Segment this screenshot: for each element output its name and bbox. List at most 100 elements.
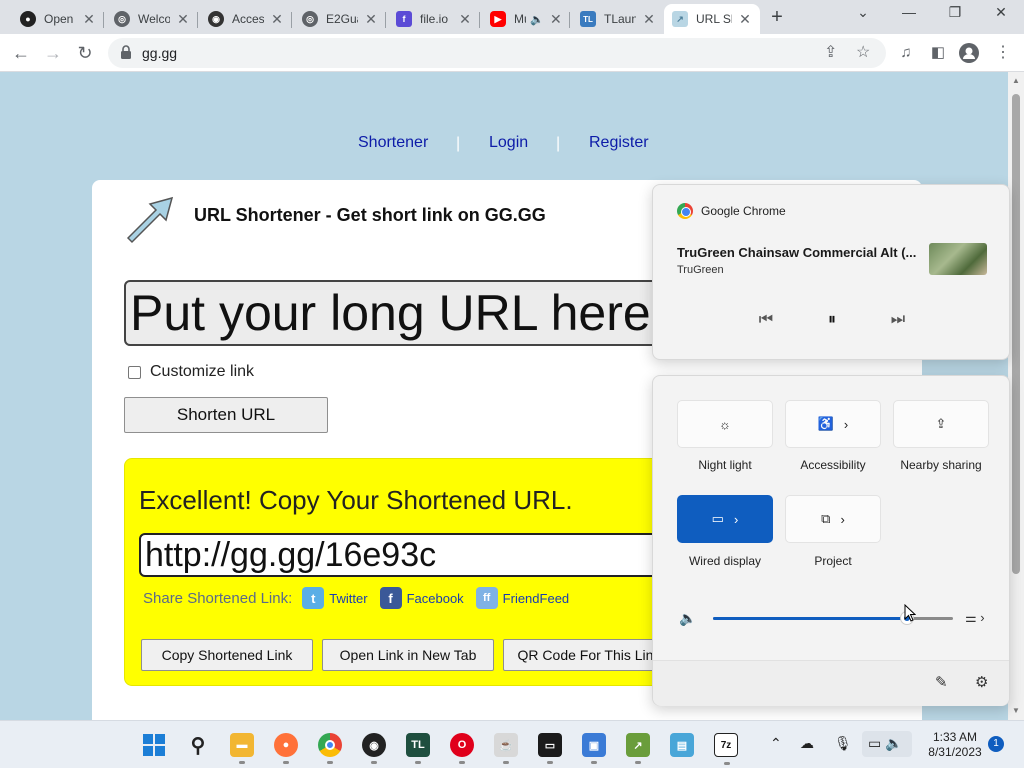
firefox-icon[interactable]: ● xyxy=(274,733,298,764)
clock[interactable]: 1:33 AM 8/31/2023 xyxy=(918,730,992,760)
media-artist: TruGreen xyxy=(677,264,724,276)
close-icon[interactable]: ✕ xyxy=(364,11,378,28)
address-bar[interactable]: gg.gg ⇪ ☆ xyxy=(108,38,886,68)
night-light-tile[interactable]: ☼ xyxy=(677,400,773,448)
tab-open[interactable]: ● Open ✕ xyxy=(12,4,104,34)
mouse-cursor-icon xyxy=(904,604,916,622)
address-url[interactable]: gg.gg xyxy=(142,45,177,61)
lock-icon xyxy=(121,45,131,59)
wired-display-tile[interactable]: ▭ › xyxy=(677,495,773,543)
settings-gear-icon[interactable]: ⚙ xyxy=(975,673,988,691)
previous-track-icon[interactable]: ⏮ xyxy=(754,311,778,329)
tlauncher-taskbar-icon[interactable]: TL xyxy=(406,733,430,764)
scroll-up-icon[interactable]: ▲ xyxy=(1012,76,1020,85)
close-icon[interactable]: ✕ xyxy=(458,11,472,28)
forward-icon[interactable]: → xyxy=(40,40,66,66)
copy-link-button[interactable]: Copy Shortened Link xyxy=(141,639,313,671)
share-twitter-link[interactable]: t Twitter xyxy=(302,587,368,609)
volume-slider[interactable] xyxy=(713,611,953,625)
obs-taskbar-icon[interactable]: ◉ xyxy=(362,733,386,764)
close-icon[interactable]: ✕ xyxy=(642,11,656,28)
chevron-right-icon[interactable]: › xyxy=(734,512,738,527)
close-icon[interactable]: ✕ xyxy=(176,11,190,28)
audio-output-icon[interactable]: ⚌ › xyxy=(965,610,985,626)
tab-url-shortener[interactable]: ↗ URL Shortener ✕ xyxy=(664,4,760,34)
long-url-input[interactable]: Put your long URL here xyxy=(124,280,744,346)
microphone-icon[interactable]: 🎙 xyxy=(834,735,852,752)
7zip-icon[interactable]: 7z xyxy=(714,733,738,765)
volume-icon[interactable]: 🔈 xyxy=(679,610,696,627)
customize-link-row[interactable]: Customize link xyxy=(128,363,254,381)
share-friendfeed-link[interactable]: ff FriendFeed xyxy=(475,587,569,609)
accessibility-tile[interactable]: ♿ › xyxy=(785,400,881,448)
close-icon[interactable]: ✕ xyxy=(738,11,752,28)
close-icon[interactable]: ✕ xyxy=(270,11,284,28)
nav-login-link[interactable]: Login xyxy=(489,134,528,152)
chrome-taskbar-icon[interactable] xyxy=(318,733,342,764)
pause-icon[interactable]: ⏸ xyxy=(820,311,844,329)
tab-title: URL Shortener xyxy=(696,12,732,26)
terminal-icon[interactable]: ▭ xyxy=(538,733,562,764)
next-track-icon[interactable]: ⏭ xyxy=(886,311,910,329)
nav-shortener-link[interactable]: Shortener xyxy=(358,134,428,152)
qr-code-button[interactable]: QR Code For This Link xyxy=(503,639,675,671)
chart-app-icon[interactable]: ↗ xyxy=(626,733,650,764)
side-panel-icon[interactable]: ◧ xyxy=(925,40,951,66)
profile-avatar-icon[interactable] xyxy=(956,40,982,66)
tab-strip: ● Open ✕ ◎ Welcome ✕ ◉ Access ✕ ◎ E2Guar… xyxy=(0,0,1024,34)
tab-e2guardian[interactable]: ◎ E2Guardian ✕ xyxy=(294,4,386,34)
tab-search-icon[interactable]: ⌄ xyxy=(848,4,878,21)
tile-label: Accessibility xyxy=(800,458,866,472)
tab-title: TLauncher xyxy=(604,12,636,26)
device-app-icon[interactable]: ▤ xyxy=(670,733,694,757)
new-tab-button[interactable]: + xyxy=(766,6,788,28)
menu-kebab-icon[interactable]: ⋮ xyxy=(990,40,1016,66)
project-tile[interactable]: ⧉ › xyxy=(785,495,881,543)
maximize-icon[interactable]: ❐ xyxy=(940,4,970,21)
show-hidden-icons-chevron-icon[interactable]: ⌃ xyxy=(770,735,782,752)
customize-checkbox[interactable] xyxy=(128,365,141,379)
tab-access[interactable]: ◉ Access ✕ xyxy=(200,4,292,34)
bookmark-star-icon[interactable]: ☆ xyxy=(856,42,870,62)
media-app-name: Google Chrome xyxy=(701,204,786,218)
open-new-tab-button[interactable]: Open Link in New Tab xyxy=(322,639,494,671)
chevron-right-icon[interactable]: › xyxy=(844,417,848,432)
back-icon[interactable]: ← xyxy=(8,40,34,66)
browser-toolbar: ← → ↻ gg.gg ⇪ ☆ ♫ ◧ ⋮ xyxy=(0,34,1024,72)
minimize-icon[interactable]: — xyxy=(894,4,924,20)
tab-music[interactable]: ▶ Music 🔈 ✕ xyxy=(482,4,570,34)
java-icon[interactable]: ☕ xyxy=(494,733,518,764)
share-facebook-link[interactable]: f Facebook xyxy=(379,587,464,609)
quick-settings-panel: ☼ Night light ♿ › Accessibility ⇪ Nearby… xyxy=(652,375,1010,706)
tab-tlauncher[interactable]: TL TLauncher ✕ xyxy=(572,4,664,34)
shorten-url-button[interactable]: Shorten URL xyxy=(124,397,328,433)
reload-icon[interactable]: ↻ xyxy=(72,40,98,66)
tab-welcome[interactable]: ◎ Welcome ✕ xyxy=(106,4,198,34)
page-scrollbar[interactable]: ▲ ▼ xyxy=(1008,72,1024,720)
share-page-icon[interactable]: ⇪ xyxy=(824,42,837,62)
notification-badge[interactable]: 1 xyxy=(988,736,1004,752)
network-volume-tray[interactable]: ▭ 🔈 xyxy=(862,731,912,757)
speaker-icon[interactable]: 🔈 xyxy=(530,13,544,26)
opera-icon[interactable]: O xyxy=(450,733,474,764)
chevron-right-icon[interactable]: › xyxy=(840,512,844,527)
friendfeed-icon: ff xyxy=(475,587,498,609)
clock-date: 8/31/2023 xyxy=(928,745,982,759)
window-app-icon[interactable]: ▣ xyxy=(582,733,606,764)
tab-fileio[interactable]: f file.io ✕ xyxy=(388,4,480,34)
scroll-down-icon[interactable]: ▼ xyxy=(1012,706,1020,715)
scrollbar-thumb[interactable] xyxy=(1012,94,1020,574)
close-icon[interactable]: ✕ xyxy=(82,11,96,28)
file-explorer-icon[interactable]: ▬ xyxy=(230,733,254,764)
nav-register-link[interactable]: Register xyxy=(589,134,649,152)
media-control-icon[interactable]: ♫ xyxy=(893,40,919,66)
nearby-sharing-tile[interactable]: ⇪ xyxy=(893,400,989,448)
edit-pencil-icon[interactable]: ✎ xyxy=(935,673,948,691)
twitter-label: Twitter xyxy=(329,590,368,606)
window-close-icon[interactable]: ✕ xyxy=(986,4,1016,21)
close-icon[interactable]: ✕ xyxy=(550,11,562,28)
search-icon[interactable]: ⚲ xyxy=(186,733,210,757)
onedrive-icon[interactable]: ☁ xyxy=(800,735,814,752)
start-windows-icon[interactable] xyxy=(142,733,166,757)
sun-icon: ☼ xyxy=(719,416,731,432)
